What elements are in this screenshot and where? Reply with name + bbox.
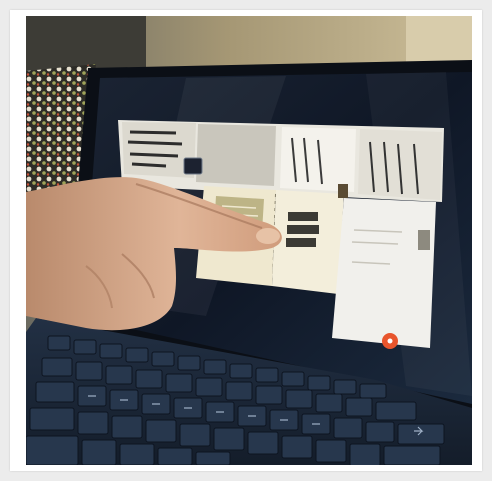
- document-tile: [332, 198, 436, 348]
- bookmark-tab: [338, 184, 348, 198]
- strip-thumbnail: [280, 127, 356, 192]
- notification-badge-dot: [387, 338, 393, 344]
- notebook-button: [287, 225, 319, 234]
- photo-illustration: [26, 16, 472, 465]
- notebook-button: [286, 238, 316, 247]
- fingertip: [256, 228, 280, 244]
- photo: [26, 16, 472, 465]
- strip-thumbnail: [196, 124, 276, 186]
- notebook-button: [288, 212, 318, 221]
- photo-frame: [10, 10, 482, 471]
- app-icon: [183, 157, 203, 175]
- notebook-buttons: [286, 212, 319, 247]
- document-tile-handle: [418, 230, 430, 250]
